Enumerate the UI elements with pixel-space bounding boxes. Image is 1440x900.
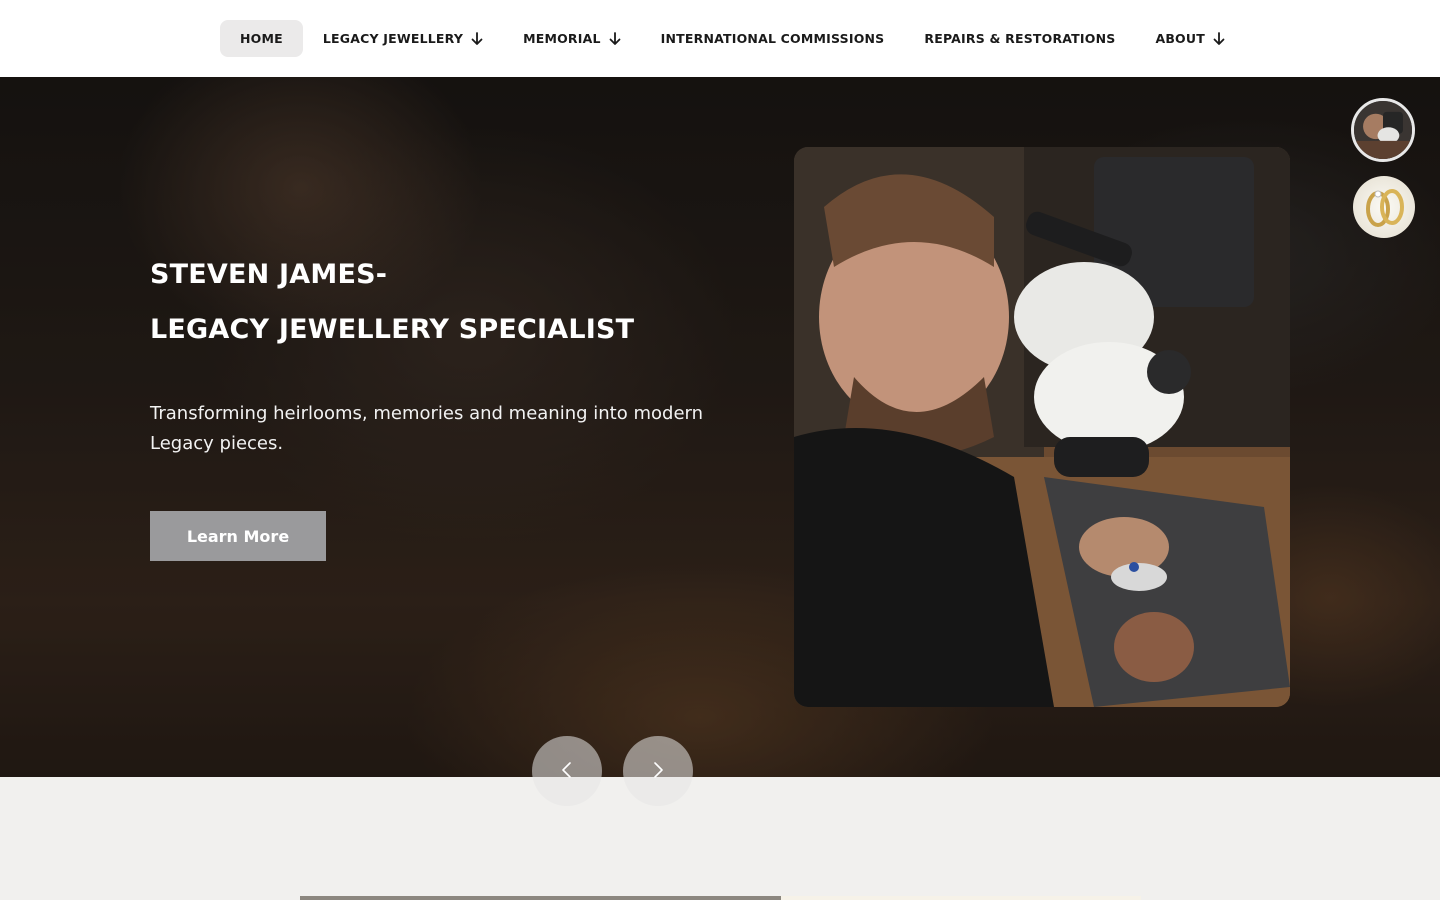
- carousel-prev-button[interactable]: [532, 736, 602, 806]
- next-section-image-right: [781, 896, 1141, 900]
- hero-image: [794, 147, 1290, 707]
- nav-item-label: ABOUT: [1155, 31, 1205, 46]
- hero-slider: STEVEN JAMES- LEGACY JEWELLERY SPECIALIS…: [0, 77, 1440, 777]
- nav-item-legacy-jewellery[interactable]: LEGACY JEWELLERY: [303, 20, 503, 57]
- top-navigation: HOME LEGACY JEWELLERY MEMORIAL INTERNATI…: [0, 0, 1440, 77]
- learn-more-button[interactable]: Learn More: [150, 511, 326, 561]
- nav-item-repairs-restorations[interactable]: REPAIRS & RESTORATIONS: [904, 20, 1135, 57]
- chevron-left-icon: [562, 762, 571, 778]
- microscope-thumbnail-image: [1354, 101, 1412, 159]
- arrow-down-icon: [609, 31, 621, 45]
- nav-item-label: LEGACY JEWELLERY: [322, 31, 464, 46]
- next-section-image-left: [300, 896, 781, 900]
- nav-item-label: INTERNATIONAL COMMISSIONS: [660, 31, 885, 46]
- nav-item-memorial[interactable]: MEMORIAL: [503, 20, 641, 57]
- nav-item-home[interactable]: HOME: [220, 20, 303, 57]
- nav-item-international-commissions[interactable]: INTERNATIONAL COMMISSIONS: [641, 20, 905, 57]
- hero-subtitle: Transforming heirlooms, memories and mea…: [150, 403, 704, 454]
- carousel-next-button[interactable]: [623, 736, 693, 806]
- rings-thumbnail-image: [1366, 189, 1404, 227]
- nav-menu: HOME LEGACY JEWELLERY MEMORIAL INTERNATI…: [220, 20, 1245, 57]
- hero-title-line-1: STEVEN JAMES-: [150, 259, 388, 290]
- nav-item-label: REPAIRS & RESTORATIONS: [924, 31, 1116, 46]
- slide-thumbnail-2[interactable]: [1353, 176, 1415, 238]
- nav-item-label: HOME: [240, 31, 283, 46]
- arrow-down-icon: [471, 31, 483, 45]
- arrow-down-icon: [1213, 31, 1225, 45]
- nav-item-label: MEMORIAL: [523, 31, 601, 46]
- chevron-right-icon: [654, 762, 663, 778]
- hero-title-line-2: LEGACY JEWELLERY SPECIALIST: [150, 314, 635, 345]
- nav-item-about[interactable]: ABOUT: [1135, 20, 1245, 57]
- slide-thumbnail-1[interactable]: [1351, 98, 1415, 162]
- jeweller-microscope-image: [794, 147, 1290, 707]
- hero-title: STEVEN JAMES- LEGACY JEWELLERY SPECIALIS…: [150, 247, 634, 357]
